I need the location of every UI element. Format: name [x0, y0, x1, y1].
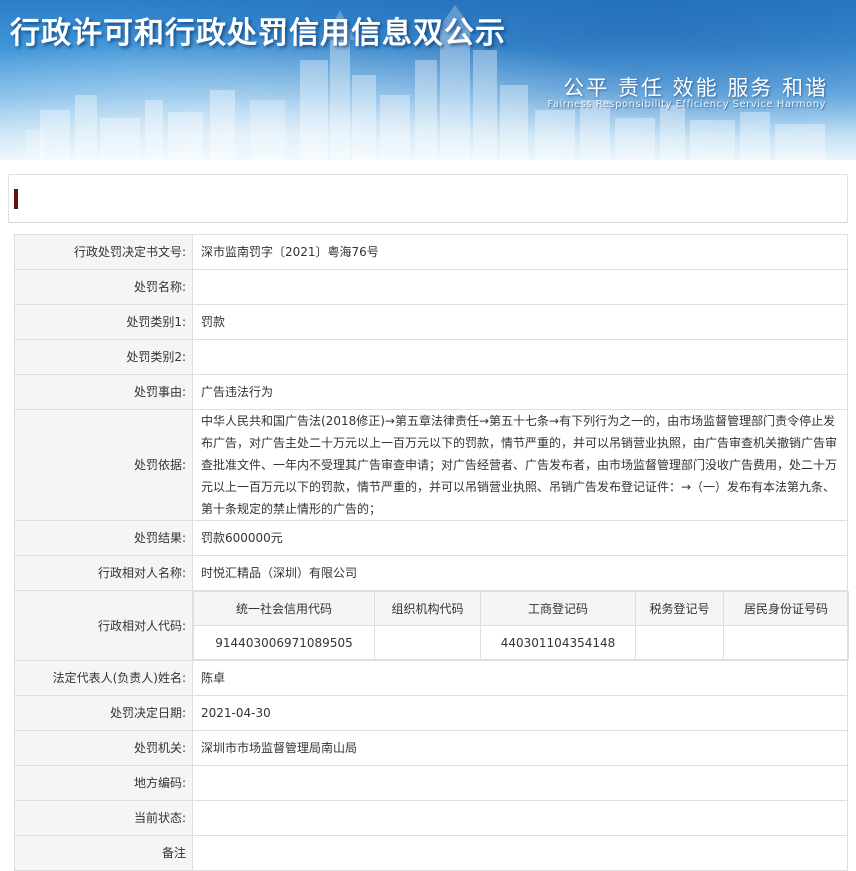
reason-label: 处罚事由: [14, 374, 193, 410]
penalty-name-label: 处罚名称: [14, 269, 193, 305]
region-code-label: 地方编码: [14, 765, 193, 801]
party-code-label: 行政相对人代码: [14, 590, 193, 661]
doc-no-value: 深市监南罚字〔2021〕粤海76号 [192, 234, 848, 270]
category1-label: 处罚类别1: [14, 304, 193, 340]
party-name-label: 行政相对人名称: [14, 555, 193, 591]
status-value [192, 800, 848, 836]
section-header [8, 174, 848, 222]
result-label: 处罚结果: [14, 520, 193, 556]
category2-value [192, 339, 848, 375]
legal-rep-value: 陈卓 [192, 660, 848, 696]
main-content: 行政处罚决定书文号: 深市监南罚字〔2021〕粤海76号 处罚名称: 处罚类别1… [0, 160, 856, 871]
party-code-cell: 统一社会信用代码 组织机构代码 工商登记码 税务登记号 居民身份证号码 9144… [192, 590, 849, 661]
table-row: 行政相对人代码: 统一社会信用代码 组织机构代码 工商登记码 税务登记号 居民身… [14, 590, 849, 661]
legal-rep-label: 法定代表人(负责人)姓名: [14, 660, 193, 696]
decision-date-label: 处罚决定日期: [14, 695, 193, 731]
column-header: 税务登记号 [635, 591, 724, 626]
tax-reg-value [635, 625, 724, 660]
id-number-value [723, 625, 849, 660]
basis-value: 中华人民共和国广告法(2018修正)→第五章法律责任→第五十七条→有下列行为之一… [192, 409, 848, 521]
table-row: 地方编码: [14, 765, 848, 801]
slogan-chinese: 公平 责任 效能 服务 和谐 [563, 76, 828, 100]
authority-label: 处罚机关: [14, 730, 193, 766]
region-code-value [192, 765, 848, 801]
remarks-value [192, 835, 848, 871]
subtable-value-row: 914403006971089505 440301104354148 [193, 625, 849, 660]
category2-label: 处罚类别2: [14, 339, 193, 375]
category1-value: 罚款 [192, 304, 848, 340]
reason-value: 广告违法行为 [192, 374, 848, 410]
table-row: 法定代表人(负责人)姓名: 陈卓 [14, 660, 848, 696]
table-row: 处罚结果: 罚款600000元 [14, 520, 848, 556]
slogan-english: Fairness Responsibility Efficiency Servi… [547, 99, 826, 110]
penalty-name-value [192, 269, 848, 305]
table-row: 处罚决定日期: 2021-04-30 [14, 695, 848, 731]
header-banner: 行政许可和行政处罚信用信息双公示 公平 责任 效能 服务 和谐 Fairness… [0, 0, 856, 160]
table-row: 当前状态: [14, 800, 848, 836]
authority-value: 深圳市市场监督管理局南山局 [192, 730, 848, 766]
column-header: 工商登记码 [480, 591, 636, 626]
section-marker [14, 189, 18, 209]
basis-label: 处罚依据: [14, 409, 193, 521]
table-row: 处罚事由: 广告违法行为 [14, 374, 848, 410]
table-row: 备注 [14, 835, 848, 871]
table-row: 处罚类别2: [14, 339, 848, 375]
table-row: 处罚机关: 深圳市市场监督管理局南山局 [14, 730, 848, 766]
subtable-header-row: 统一社会信用代码 组织机构代码 工商登记码 税务登记号 居民身份证号码 [193, 591, 849, 626]
party-name-value: 时悦汇精品（深圳）有限公司 [192, 555, 848, 591]
column-header: 统一社会信用代码 [193, 591, 375, 626]
status-label: 当前状态: [14, 800, 193, 836]
party-code-subtable: 统一社会信用代码 组织机构代码 工商登记码 税务登记号 居民身份证号码 9144… [193, 591, 849, 660]
org-code-value [374, 625, 481, 660]
table-row: 行政相对人名称: 时悦汇精品（深圳）有限公司 [14, 555, 848, 591]
table-row: 处罚类别1: 罚款 [14, 304, 848, 340]
table-row: 处罚名称: [14, 269, 848, 305]
remarks-label: 备注 [14, 835, 193, 871]
column-header: 居民身份证号码 [723, 591, 849, 626]
section-divider [8, 222, 848, 223]
result-value: 罚款600000元 [192, 520, 848, 556]
column-header: 组织机构代码 [374, 591, 481, 626]
business-reg-value: 440301104354148 [480, 625, 636, 660]
credit-code-value: 914403006971089505 [193, 625, 375, 660]
decision-date-value: 2021-04-30 [192, 695, 848, 731]
table-row: 行政处罚决定书文号: 深市监南罚字〔2021〕粤海76号 [14, 234, 848, 270]
table-row: 处罚依据: 中华人民共和国广告法(2018修正)→第五章法律责任→第五十七条→有… [14, 409, 848, 521]
penalty-info-table: 行政处罚决定书文号: 深市监南罚字〔2021〕粤海76号 处罚名称: 处罚类别1… [14, 234, 849, 871]
doc-no-label: 行政处罚决定书文号: [14, 234, 193, 270]
banner-title: 行政许可和行政处罚信用信息双公示 [10, 16, 506, 51]
